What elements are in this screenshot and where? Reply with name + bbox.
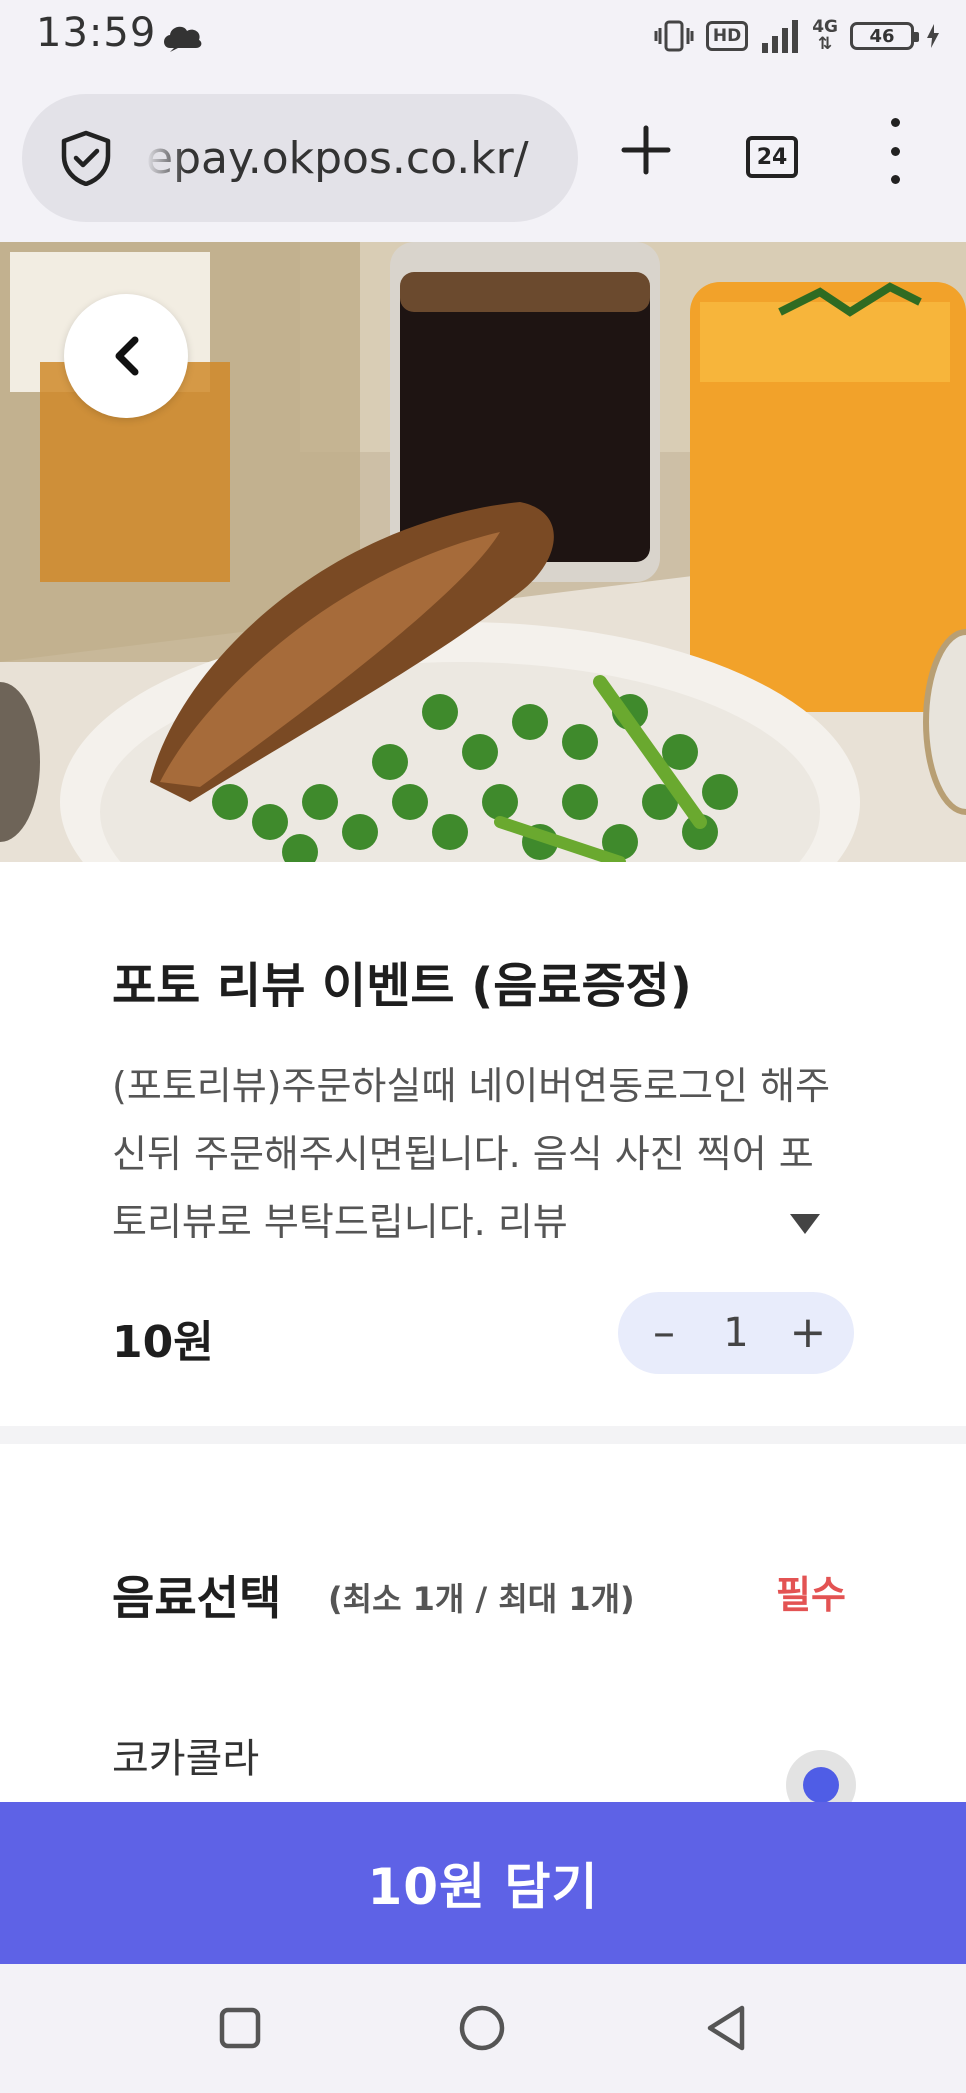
hd-badge: HD xyxy=(705,21,749,51)
section-divider xyxy=(0,1426,966,1444)
recents-icon[interactable] xyxy=(214,2002,266,2054)
quantity-value: 1 xyxy=(723,1310,749,1356)
tab-switcher-button[interactable]: 24 xyxy=(746,136,798,178)
menu-icon[interactable] xyxy=(880,118,910,184)
cloud-icon xyxy=(164,26,202,52)
add-to-cart-button[interactable]: 10원 담기 xyxy=(0,1802,966,1964)
battery-level: 46 xyxy=(869,25,895,47)
new-tab-button[interactable] xyxy=(618,122,674,178)
decrease-button[interactable]: – xyxy=(644,1311,684,1355)
screen: 13:59 HD 4G ⇅ 46 epay.okpos.co.kr/ 24 포토… xyxy=(0,0,966,2093)
network-type: 4G xyxy=(812,17,838,37)
nav-back-icon[interactable] xyxy=(700,2002,752,2054)
address-bar[interactable]: epay.okpos.co.kr/ xyxy=(22,94,578,222)
increase-button[interactable]: + xyxy=(788,1311,828,1355)
back-button[interactable] xyxy=(64,294,188,418)
back-icon xyxy=(115,336,139,376)
status-bar: 13:59 HD 4G ⇅ 46 xyxy=(0,0,966,78)
add-to-cart-label: 10원 담기 xyxy=(367,1858,599,1916)
product-title: 포토 리뷰 이벤트 (음료증정) xyxy=(112,958,692,1014)
status-icons: HD 4G ⇅ 46 xyxy=(654,14,940,58)
expand-icon[interactable] xyxy=(788,1212,822,1236)
shield-icon[interactable] xyxy=(60,130,112,186)
option-group-title: 음료선택 xyxy=(112,1571,282,1625)
product-price: 10원 xyxy=(112,1317,214,1368)
charging-icon xyxy=(927,24,939,48)
vibrate-icon xyxy=(654,20,694,52)
url-text[interactable]: epay.okpos.co.kr/ xyxy=(146,133,546,184)
browser-toolbar: epay.okpos.co.kr/ 24 xyxy=(0,78,966,242)
network-label: 4G ⇅ xyxy=(812,17,838,54)
system-nav-bar xyxy=(0,1964,966,2093)
option-label[interactable]: 코카콜라 xyxy=(112,1726,259,1784)
required-badge: 필수 xyxy=(776,1573,846,1617)
product-detail: 포토 리뷰 이벤트 (음료증정) (포토리뷰)주문하실때 네이버연동로그인 해주… xyxy=(0,862,966,1820)
battery-icon: 46 xyxy=(850,22,919,50)
quantity-stepper: – 1 + xyxy=(618,1292,854,1374)
signal-icon xyxy=(762,20,799,53)
status-time: 13:59 xyxy=(36,10,157,56)
description-fade xyxy=(640,1190,750,1250)
home-icon[interactable] xyxy=(456,2002,508,2054)
option-group-range: (최소 1개 / 최대 1개) xyxy=(328,1580,635,1618)
